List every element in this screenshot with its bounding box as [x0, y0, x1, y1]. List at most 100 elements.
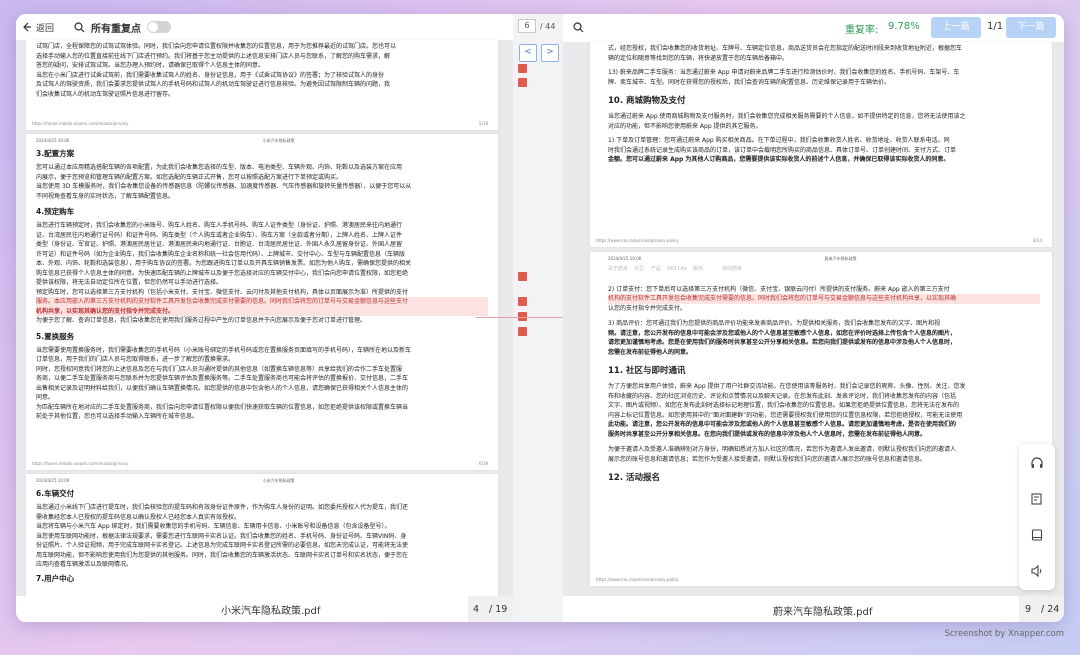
text-line: 3) 商品评价：您可通过我们为您提供的商品评价功能来发表商品评价。为提供相关服务… — [608, 320, 941, 327]
similarity-value: 9.78% — [888, 21, 920, 32]
text-line: 内展示，便于您预览和管理车辆的配置方案。如您选配的车辆正式开售，您可以按照选配方… — [36, 173, 343, 181]
text-line: 应用内查看车辆激活以及联网情况。 — [36, 561, 133, 568]
text-line: 们会收集试驾人的机动车驾驶证照片信息进行留存。 — [36, 90, 175, 98]
page-footer: https://www.nio.cn/policies/privacy-poli… — [596, 577, 1042, 582]
page-total: / 24 — [1041, 603, 1060, 615]
footer-page: 8/24 — [1033, 238, 1042, 243]
header-date: 2024/4/25 10:06 — [36, 478, 70, 483]
headset-icon[interactable] — [1019, 444, 1055, 480]
page-header: 2024/4/25 10:06 小米汽车隐私政策 — [36, 478, 488, 484]
speaker-icon[interactable] — [1019, 552, 1055, 588]
match-marker-icon[interactable] — [518, 78, 527, 87]
text-line: 类型（身份证、军官证、护照、港澳居民居住证、港澳居民来内地通行证、台胞证、台湾居… — [36, 241, 403, 248]
edit-note-icon[interactable] — [1019, 480, 1055, 516]
next-match-button[interactable]: > — [541, 44, 559, 62]
right-footer-bar: 蔚来汽车隐私政策.pdf 9 / 24 — [563, 596, 1064, 622]
floating-toolbar — [1019, 444, 1055, 590]
right-page-2: 2024/4/25 10:06 蔚来汽车隐私政策 关于蔚来 社区 产品 NIO L… — [590, 252, 1052, 586]
text-line: 为便于您了解、查询订单信息，我们会收集您在使用我们服务过程中产生的订单信息并于向… — [36, 317, 367, 324]
match-page-indicator: 6 / 44 — [518, 19, 555, 33]
faded-nav-text: 关于蔚来 社区 产品 NIO Life 服务 我的蔚来 — [608, 266, 743, 272]
page-footer: https://www.nio.cn/policies/privacy-poli… — [596, 238, 1042, 243]
header-title: 小米汽车隐私政策 — [262, 478, 295, 483]
footer-page: 6/19 — [479, 461, 488, 466]
previous-doc-button[interactable]: 上一篇 — [931, 17, 981, 38]
text-line: 当您使用 3D 车模服务时，我们会收集您设备的传感器信息（陀螺仪传感器、加速度传… — [36, 183, 412, 190]
footer-url: https://home.mobile.xiaomi.com/miauto/pr… — [32, 461, 129, 466]
search-icon[interactable] — [573, 22, 584, 33]
text-line: 提供该权限，将无法自动定位所在位置，但您仍然可以手动进行选择。 — [36, 279, 223, 286]
search-icon — [74, 21, 85, 32]
page-current[interactable]: 4 — [473, 604, 479, 615]
left-page-2: 2024/4/25 10:06 小米汽车隐私政策 3.配置方案 您可以通过本应用精… — [26, 134, 498, 470]
text-line: 时我们会通过系统记录生成购买该商品的订单，该订单中会载明您所购买的商品信息、具体… — [608, 146, 957, 154]
section-heading: 4.预定购车 — [36, 207, 75, 216]
back-label: 返回 — [36, 23, 55, 34]
left-footer-bar: 小米汽车隐私政策.pdf 4 / 19 — [16, 596, 513, 622]
duplicate-highlight[interactable]: 机构共享，以实现其确认您的支付指令并完成支付。 — [36, 306, 488, 316]
section-heading: 11. 社区与即时通讯 — [608, 366, 686, 376]
text-line: 2) 订单支付：您下单后可以选择第三方支付机构（微信、支付宝、银联云闪付）所提供… — [608, 285, 950, 293]
text-line: 不同视角查看车身的实时状态，了解车辆配置信息。 — [36, 192, 175, 200]
next-doc-button[interactable]: 下一篇 — [1006, 17, 1056, 38]
match-marker-icon[interactable] — [518, 327, 527, 336]
text-line: 出售相关记录及证明材料给我们，以便我们确认车辆置换情况。如您提供的信息中包含他人… — [36, 384, 409, 392]
page-current[interactable]: 9 — [1025, 604, 1031, 615]
search-button[interactable] — [74, 21, 85, 33]
right-page-1: 式，经您授权，我们会收集您的收货地址、车牌号、车辆定位信息，商品送货员会在您指定… — [590, 42, 1052, 247]
text-line: 布和收藏的内容、您的社区浏览历史、评论和点赞情况以及聊天记录。在您发布此刻、发表… — [608, 392, 957, 400]
text-line: 选择手动输入您的位置直接前往线下门店进行预约。我们将基于您主动提供的上述信息安排… — [36, 52, 391, 60]
section-heading: 12. 活动报名 — [608, 473, 661, 483]
footer-url: https://www.nio.cn/policies/privacy-poli… — [596, 238, 679, 243]
header-title: 小米汽车隐私政策 — [262, 138, 295, 143]
text-line: 文字、图片或视频）。如您在发布此刻时选择标记地理位置，我们会收集您的位置信息。如… — [608, 402, 960, 409]
text-line: 当您通过蔚来 App 使用商城购物及支付服务时，我们会收集您完成相关服务需要的个… — [608, 113, 966, 120]
text-line: 试驾门店，全程保障您的试驾试驾体验。同时，我们会向您申请位置权限并收集您的位置信… — [36, 43, 397, 50]
text-line: 前处于其他位置，您也可以选择手动输入车辆所在城市信息。 — [36, 413, 199, 420]
text-line: 证、台湾居民往内地通行证号码）和证件号码、购车类型（个人购车或者企业购车）、购车… — [36, 231, 403, 239]
match-marker-icon[interactable] — [518, 297, 527, 306]
text-line: 认您的支付指令并完成支付。 — [608, 304, 687, 312]
text-line: 同时，您授权同意我们将您的上述信息及您在与我们门店人员沟通时提供的其他信息（如置… — [36, 365, 403, 373]
doc-count: 1/1 — [987, 21, 1004, 32]
page-header: 2024/4/25 10:06 小米汽车隐私政策 — [36, 138, 488, 144]
chevron-left-icon: < — [524, 47, 532, 57]
text-line: 当您使用车联网功能时，根据法律法规要求，需要您进行车联网卡实名认证。我们会收集您… — [36, 532, 407, 540]
header-date: 2024/4/25 10:06 — [36, 138, 70, 143]
prev-match-button[interactable]: < — [519, 44, 537, 62]
header-date: 2024/4/25 10:06 — [608, 256, 642, 261]
duplicate-highlight[interactable]: 服务。本应用嵌入的第三方支付机构的支付软件工具开发包会收集完成支付需要的信息。同… — [36, 297, 488, 307]
text-line: 为了方便您共享用户体验，蔚来 App 提供了用户社群交流功能。在您使用该等服务时… — [608, 383, 966, 390]
text-line: 需收集经您本人已授权的提车码信息以确认授权人已经您本人真实有效授权。 — [36, 513, 241, 521]
left-page-indicator[interactable]: 4 / 19 — [468, 596, 513, 622]
text-line: 牌、卖车城市、车型。同时在获得您的授权后，我们会查询车辆的配置信息、历史维保记录… — [608, 78, 891, 86]
text-line: 许可证）和证件号码（如为企业购车，我们会收集购车企业名称和统一社会信用代码）、上… — [36, 250, 406, 258]
right-file-name: 蔚来汽车隐私政策.pdf — [773, 607, 873, 618]
right-document-pane[interactable]: 重复率: 9.78% 上一篇 1/1 下一篇 式，经您授权，我们会收集您的收货地… — [563, 14, 1064, 622]
match-marker-icon[interactable] — [518, 272, 527, 281]
text-line: 服务时共享甚至公开分享相关信息。在您向我们提供或发布的信息中涉及他人个人信息时，… — [608, 430, 927, 438]
right-page-indicator[interactable]: 9 / 24 — [1019, 596, 1064, 622]
book-icon[interactable] — [1019, 516, 1055, 552]
duplicates-toggle[interactable] — [147, 21, 172, 33]
text-line: 预定购车时，您可以选择第三方支付机构（包括小米支付、支付宝、微信支付、云闪付及其… — [36, 288, 409, 296]
duplicates-toggle-label: 所有重复点 — [91, 23, 142, 35]
section-heading: 6.车辆交付 — [36, 489, 75, 498]
match-marker-icon[interactable] — [518, 64, 527, 73]
text-line: 13) 蔚来品牌二手车服务：当您通过蔚来 App 申请对蔚来品牌二手车进行检测估… — [608, 69, 960, 76]
left-document-pane[interactable]: 返回 所有重复点 试驾门店，全程保障您的试驾试驾体验。同时，我们会向您申请位置权… — [16, 14, 513, 622]
left-page-1: 试驾门店，全程保障您的试驾试驾体验。同时，我们会向您申请位置权限并收集您的位置信… — [26, 40, 498, 130]
left-page-3: 2024/4/25 10:06 小米汽车隐私政策 6.车辆交付 当您通过小米线下门… — [26, 474, 498, 596]
match-page-total: / 44 — [540, 21, 556, 31]
header-title: 蔚来汽车隐私政策 — [824, 256, 857, 261]
back-button[interactable]: 返回 — [22, 21, 54, 34]
text-line: 当您需要使用置换服务时，我们需要收集您的手机号码（小米账号绑定的手机号码或您在置… — [36, 346, 412, 354]
footer-url: https://home.mobile.xiaomi.com/miauto/pr… — [32, 121, 129, 126]
text-line: 频。请注意，您公开发布的信息中可能会涉及您或他人的个人信息甚至敏感个人信息，如您… — [608, 329, 957, 337]
duplicate-highlight[interactable]: 机构的支付软件工具开发包会收集完成支付需要的信息。同时我们会将您的订单号与交易金… — [608, 294, 1040, 304]
text-line: 辆的定位和随意等找到您的车辆，将快递放置于您的车辆后备箱中。 — [608, 54, 789, 62]
similarity-label: 重复率: — [845, 25, 879, 36]
text-line: 展示您的账号信息和邀请信息；若您作为受邀人接受邀请，则默认授权我们向您的邀请人展… — [608, 455, 927, 463]
match-page-input[interactable]: 6 — [518, 19, 536, 33]
section-heading: 3.配置方案 — [36, 149, 75, 158]
